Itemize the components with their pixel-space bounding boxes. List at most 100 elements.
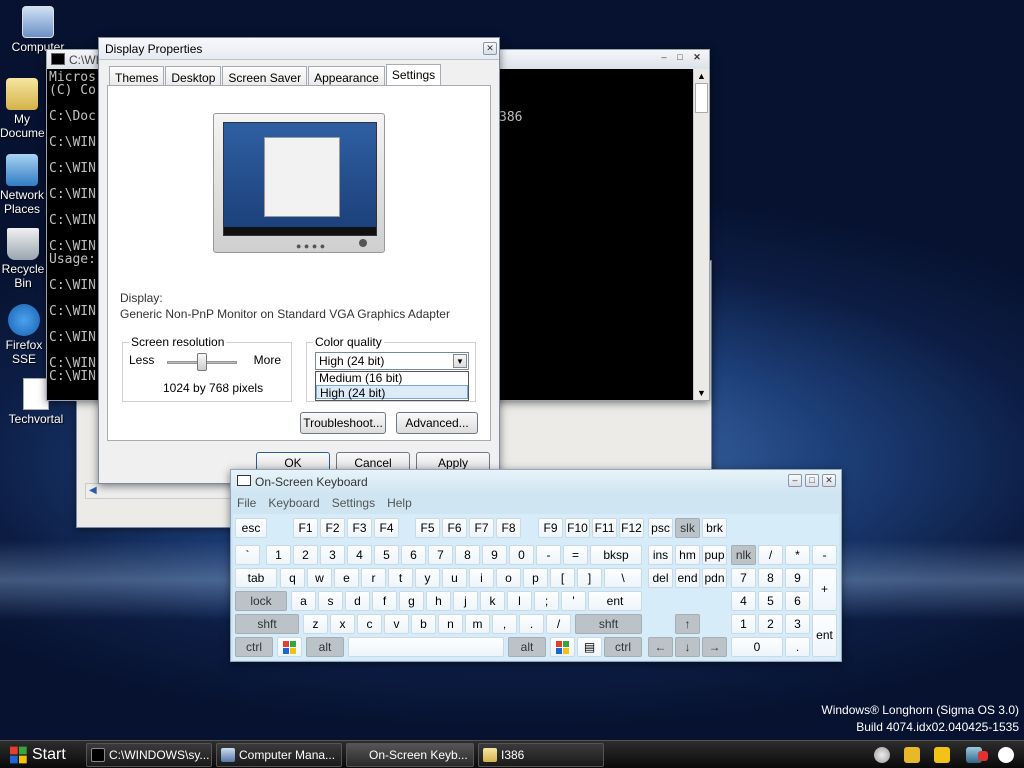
- tab-desktop[interactable]: Desktop: [165, 66, 222, 86]
- console-scrollbar[interactable]: ▲ ▼: [693, 69, 709, 400]
- tray-security-icon[interactable]: [978, 751, 988, 761]
- windows-logo-icon[interactable]: [277, 637, 302, 657]
- tab-screen-saver[interactable]: Screen Saver: [222, 66, 308, 86]
- tab-settings[interactable]: Settings: [385, 64, 442, 86]
- arrow-right-icon[interactable]: →: [702, 637, 727, 657]
- key-enter[interactable]: ent: [588, 591, 642, 611]
- tray-sound-icon[interactable]: [904, 747, 920, 763]
- key-2[interactable]: 2: [293, 545, 318, 565]
- key-r[interactable]: r: [361, 568, 386, 588]
- key-bksp[interactable]: bksp: [590, 545, 642, 565]
- key-num-plus[interactable]: +: [812, 568, 837, 611]
- key-f9[interactable]: F9: [538, 518, 563, 538]
- key-pdn[interactable]: pdn: [702, 568, 727, 588]
- key-c[interactable]: c: [357, 614, 382, 634]
- key-left-bracket[interactable]: [: [550, 568, 575, 588]
- key-slk[interactable]: slk: [675, 518, 700, 538]
- key-0[interactable]: 0: [509, 545, 534, 565]
- tray-power-icon[interactable]: [934, 747, 950, 763]
- resolution-slider-thumb[interactable]: [197, 353, 207, 371]
- key-num-minus[interactable]: -: [812, 545, 837, 565]
- key-brk[interactable]: brk: [702, 518, 727, 538]
- key-f7[interactable]: F7: [469, 518, 494, 538]
- key-n[interactable]: n: [438, 614, 463, 634]
- key-1[interactable]: 1: [266, 545, 291, 565]
- key-comma[interactable]: ,: [492, 614, 517, 634]
- key-num-decimal[interactable]: .: [785, 637, 810, 657]
- maximize-button[interactable]: □: [673, 52, 687, 65]
- key-z[interactable]: z: [303, 614, 328, 634]
- key-k[interactable]: k: [480, 591, 505, 611]
- key-8[interactable]: 8: [455, 545, 480, 565]
- key-num-4[interactable]: 4: [731, 591, 756, 611]
- taskbar-item-i386[interactable]: I386: [478, 743, 604, 767]
- start-button[interactable]: Start: [4, 743, 80, 767]
- key-pup[interactable]: pup: [702, 545, 727, 565]
- menu-settings[interactable]: Settings: [332, 496, 375, 510]
- key-num-2[interactable]: 2: [758, 614, 783, 634]
- key-slash[interactable]: /: [546, 614, 571, 634]
- display-properties-dialog[interactable]: Display Properties ✕ Themes Desktop Scre…: [98, 37, 500, 484]
- key-f[interactable]: f: [372, 591, 397, 611]
- key-num-5[interactable]: 5: [758, 591, 783, 611]
- key-t[interactable]: t: [388, 568, 413, 588]
- key-end[interactable]: end: [675, 568, 700, 588]
- advanced-button[interactable]: Advanced...: [396, 412, 478, 434]
- key-g[interactable]: g: [399, 591, 424, 611]
- minimize-button[interactable]: –: [788, 474, 802, 487]
- key-backslash[interactable]: \: [604, 568, 642, 588]
- key-f5[interactable]: F5: [415, 518, 440, 538]
- key-num-6[interactable]: 6: [785, 591, 810, 611]
- key-5[interactable]: 5: [374, 545, 399, 565]
- scroll-down-icon[interactable]: ▼: [697, 388, 706, 398]
- color-quality-select[interactable]: High (24 bit) ▼: [315, 352, 469, 370]
- key-v[interactable]: v: [384, 614, 409, 634]
- key-backtick[interactable]: `: [235, 545, 260, 565]
- key-left-alt[interactable]: alt: [306, 637, 344, 657]
- desktop-icon-my-documents[interactable]: My Documents: [0, 78, 44, 140]
- key-e[interactable]: e: [334, 568, 359, 588]
- key-hm[interactable]: hm: [675, 545, 700, 565]
- key-f4[interactable]: F4: [374, 518, 399, 538]
- chevron-down-icon[interactable]: ▼: [453, 354, 467, 368]
- key-f11[interactable]: F11: [592, 518, 617, 538]
- key-minus[interactable]: -: [536, 545, 561, 565]
- desktop-icon-firefox[interactable]: Firefox SSE: [0, 304, 48, 366]
- close-button[interactable]: ✕: [690, 52, 704, 65]
- key-tab[interactable]: tab: [235, 568, 277, 588]
- key-4[interactable]: 4: [347, 545, 372, 565]
- key-f1[interactable]: F1: [293, 518, 318, 538]
- key-u[interactable]: u: [442, 568, 467, 588]
- key-l[interactable]: l: [507, 591, 532, 611]
- arrow-up-icon[interactable]: ↑: [675, 614, 700, 634]
- key-i[interactable]: i: [469, 568, 494, 588]
- key-ins[interactable]: ins: [648, 545, 673, 565]
- key-quote[interactable]: ': [561, 591, 586, 611]
- key-b[interactable]: b: [411, 614, 436, 634]
- key-equals[interactable]: =: [563, 545, 588, 565]
- key-nlk[interactable]: nlk: [731, 545, 756, 565]
- scroll-up-icon[interactable]: ▲: [697, 71, 706, 81]
- key-q[interactable]: q: [280, 568, 305, 588]
- key-d[interactable]: d: [345, 591, 370, 611]
- key-right-shift[interactable]: shft: [575, 614, 642, 634]
- key-right-bracket[interactable]: ]: [577, 568, 602, 588]
- minimize-button[interactable]: –: [657, 52, 671, 65]
- key-period[interactable]: .: [519, 614, 544, 634]
- color-option-medium[interactable]: Medium (16 bit): [316, 372, 468, 385]
- tab-themes[interactable]: Themes: [109, 66, 165, 86]
- scroll-left-icon[interactable]: ◀: [89, 485, 97, 496]
- maximize-button[interactable]: □: [805, 474, 819, 487]
- clock-icon[interactable]: [998, 747, 1014, 763]
- key-num-8[interactable]: 8: [758, 568, 783, 588]
- desktop-icon-network-places[interactable]: Network Places: [0, 154, 44, 216]
- key-h[interactable]: h: [426, 591, 451, 611]
- key-num-enter[interactable]: ent: [812, 614, 837, 657]
- key-x[interactable]: x: [330, 614, 355, 634]
- key-f12[interactable]: F12: [619, 518, 644, 538]
- key-semicolon[interactable]: ;: [534, 591, 559, 611]
- taskbar-item-computer-management[interactable]: Computer Mana...: [216, 743, 342, 767]
- desktop-icon-computer[interactable]: Computer: [2, 6, 74, 54]
- taskbar-item-console[interactable]: C:\WINDOWS\sy...: [86, 743, 212, 767]
- key-right-alt[interactable]: alt: [508, 637, 546, 657]
